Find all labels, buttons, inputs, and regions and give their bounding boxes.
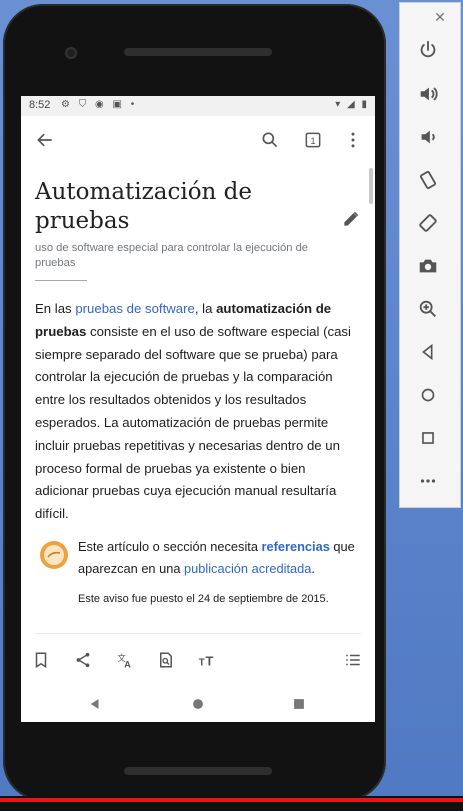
back-icon[interactable] xyxy=(408,335,448,369)
app-toolbar: 1 xyxy=(21,116,375,164)
svg-text:T: T xyxy=(199,657,205,668)
notice-text-a: Este artículo o sección necesita xyxy=(78,539,262,554)
back-arrow-icon[interactable] xyxy=(29,124,61,156)
volume-down-icon[interactable] xyxy=(408,120,448,154)
font-size-icon[interactable]: TT xyxy=(195,648,219,672)
notice-text: Este artículo o sección necesita referen… xyxy=(78,536,368,580)
link-publicacion-acreditada[interactable]: publicación acreditada xyxy=(184,561,311,576)
phone-screen: 8:52 ⚙ ⛉ ◉ ▣ • ▾ ◢ ▮ 1 Automatización de… xyxy=(21,96,375,722)
close-icon[interactable]: ✕ xyxy=(426,7,454,27)
link-referencias[interactable]: referencias xyxy=(262,539,330,554)
rotate-left-icon[interactable] xyxy=(408,163,448,197)
article-paragraph: En las pruebas de software, la automatiz… xyxy=(35,298,360,526)
svg-text:A: A xyxy=(124,660,131,670)
notice-date: Este aviso fue puesto el 24 de septiembr… xyxy=(78,593,329,605)
translate-icon[interactable]: 文A xyxy=(113,648,137,672)
scrollbar[interactable] xyxy=(369,168,373,204)
overflow-menu-icon[interactable] xyxy=(337,124,369,156)
article-toolbar: 文A TT xyxy=(21,644,375,676)
svg-text:T: T xyxy=(206,653,214,668)
bottom-speaker xyxy=(124,767,272,775)
status-time: 8:52 xyxy=(29,99,51,111)
find-in-page-icon[interactable] xyxy=(154,648,178,672)
nav-back-icon[interactable] xyxy=(83,694,107,714)
bookmark-icon[interactable] xyxy=(29,648,53,672)
notification-icons: ⚙ ⛉ ◉ ▣ • xyxy=(61,99,138,110)
para-mid: , la xyxy=(194,301,217,316)
more-icon[interactable] xyxy=(408,464,448,498)
android-nav-bar xyxy=(21,686,375,722)
overview-icon[interactable] xyxy=(408,421,448,455)
notice-text-c: . xyxy=(311,561,315,576)
edit-pencil-icon[interactable] xyxy=(341,209,361,229)
link-pruebas-de-software[interactable]: pruebas de software xyxy=(75,301,195,316)
zoom-icon[interactable] xyxy=(408,292,448,326)
notice-icon xyxy=(39,540,69,570)
content-separator xyxy=(35,633,361,634)
status-bar: 8:52 ⚙ ⛉ ◉ ▣ • ▾ ◢ ▮ xyxy=(21,96,375,116)
nav-home-icon[interactable] xyxy=(186,694,210,714)
video-progress-bar[interactable] xyxy=(0,798,463,802)
tabs-icon[interactable]: 1 xyxy=(297,124,329,156)
para-intro: En las xyxy=(35,301,76,316)
article-description: uso de software especial para controlar … xyxy=(35,242,309,269)
rotate-right-icon[interactable] xyxy=(408,206,448,240)
header-divider xyxy=(35,280,87,281)
top-speaker xyxy=(124,48,272,56)
volume-up-icon[interactable] xyxy=(408,77,448,111)
article-title: Automatización de pruebas xyxy=(35,179,253,234)
search-icon[interactable] xyxy=(254,124,286,156)
front-camera xyxy=(65,47,77,59)
contents-list-icon[interactable] xyxy=(341,648,365,672)
home-icon[interactable] xyxy=(408,378,448,412)
share-icon[interactable] xyxy=(71,648,95,672)
system-icons: ▾ ◢ ▮ xyxy=(335,99,369,110)
power-icon[interactable] xyxy=(408,33,448,67)
para-rest: consiste en el uso de software especial … xyxy=(35,323,351,522)
tabs-count: 1 xyxy=(310,136,315,146)
nav-overview-icon[interactable] xyxy=(287,694,311,714)
phone-frame: 8:52 ⚙ ⛉ ◉ ▣ • ▾ ◢ ▮ 1 Automatización de… xyxy=(3,4,386,801)
camera-icon[interactable] xyxy=(408,249,448,283)
